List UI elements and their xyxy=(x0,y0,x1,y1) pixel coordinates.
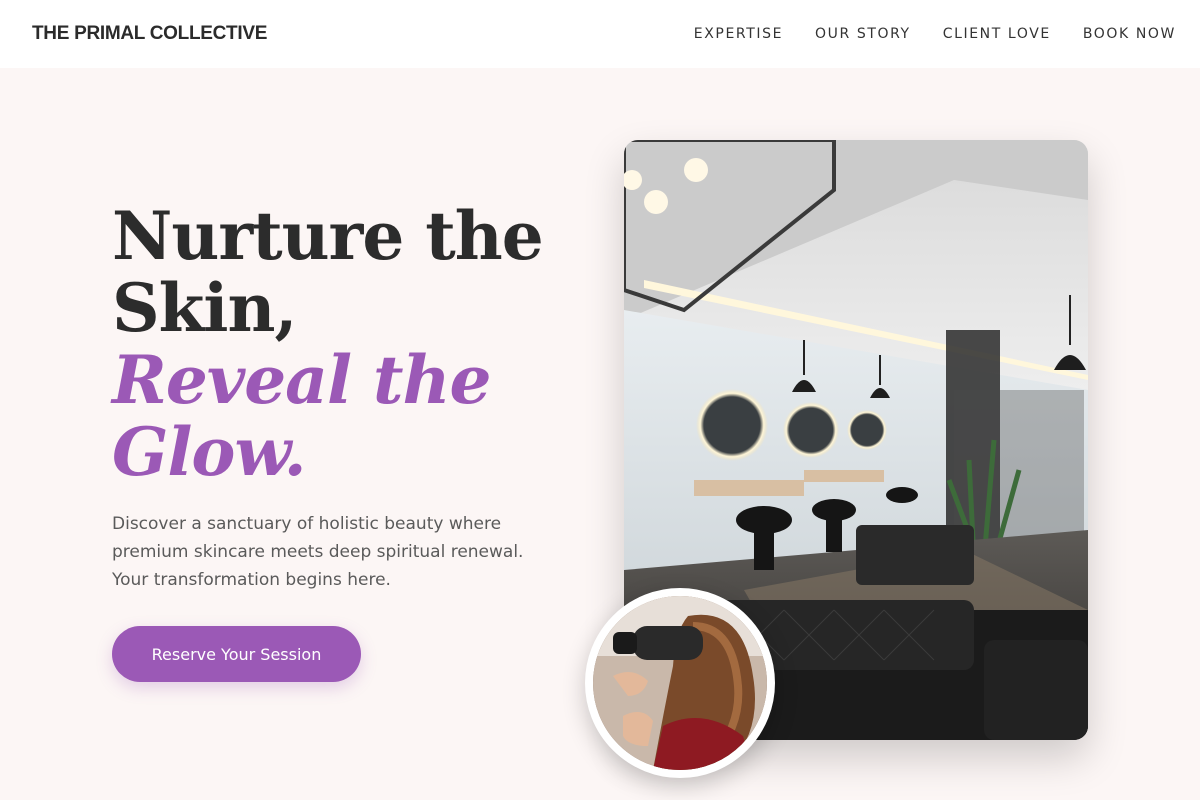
hair-styling-image xyxy=(585,588,775,778)
hero-title-accent-1: Reveal the xyxy=(112,341,491,419)
hero-title-accent-2: Glow. xyxy=(112,413,307,491)
hero-title-line-2: Skin, xyxy=(112,269,297,347)
hero-title: Nurture the Skin, Reveal the Glow. xyxy=(112,200,582,488)
brand-logo[interactable]: THE PRIMAL COLLECTIVE xyxy=(32,23,267,45)
nav-link-our-story[interactable]: OUR STORY xyxy=(815,26,911,42)
nav-link-expertise[interactable]: EXPERTISE xyxy=(694,26,783,42)
nav-link-client-love[interactable]: CLIENT LOVE xyxy=(943,26,1051,42)
nav-link-book-now[interactable]: BOOK NOW xyxy=(1083,26,1176,42)
hero-title-line-1: Nurture the xyxy=(112,197,544,275)
main-nav: EXPERTISE OUR STORY CLIENT LOVE BOOK NOW xyxy=(694,26,1176,42)
hero-description: Discover a sanctuary of holistic beauty … xyxy=(112,514,524,590)
reserve-session-button[interactable]: Reserve Your Session xyxy=(112,626,361,682)
site-header: THE PRIMAL COLLECTIVE EXPERTISE OUR STOR… xyxy=(0,0,1200,68)
